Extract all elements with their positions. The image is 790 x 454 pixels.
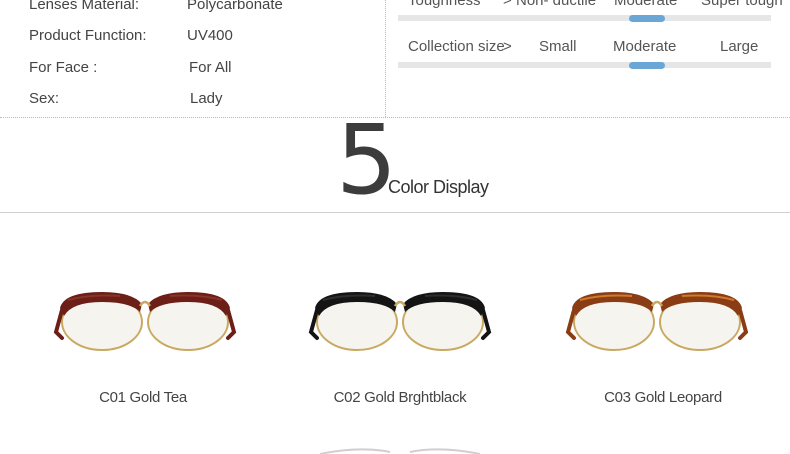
spec-label: Lenses Material: <box>29 0 140 13</box>
spec-label: Product Function: <box>29 27 147 44</box>
collection-size-track <box>398 62 771 68</box>
product-caption-c03: C03 Gold Leopard <box>604 389 722 406</box>
product-caption-c02: C02 Gold Brghtblack <box>333 389 467 406</box>
spec-table: Lenses Material: Polycarbonate Product F… <box>0 0 386 117</box>
scale-low: Small <box>539 38 577 55</box>
product-caption-c01: C01 Gold Tea <box>99 389 187 406</box>
scale-mid: Moderate <box>614 0 678 9</box>
toughness-indicator <box>628 15 665 22</box>
glasses-image-partial <box>319 448 481 454</box>
toughness-track <box>398 15 771 21</box>
glasses-image-c02 <box>308 292 492 351</box>
scale-arrow: > <box>503 0 512 9</box>
collection-size-indicator <box>628 62 665 69</box>
spec-value: Polycarbonate <box>187 0 283 13</box>
spec-value: Lady <box>190 90 223 107</box>
spec-value: UV400 <box>187 27 233 44</box>
scale-low: Non- ductile <box>516 0 597 9</box>
glasses-image-c01 <box>53 292 237 351</box>
scale-label: Toughness <box>408 0 481 9</box>
section-divider <box>0 117 790 118</box>
spec-value: For All <box>189 59 232 76</box>
spec-label: For Face : <box>29 59 98 76</box>
section-title: Color Display <box>388 177 489 197</box>
scale-arrow: > <box>503 38 512 55</box>
section-number: 5 <box>336 104 397 216</box>
scale-label: Collection size <box>408 38 505 55</box>
scale-high: Large <box>720 38 759 55</box>
spec-label: Sex: <box>29 90 60 107</box>
scale-high: Super tough <box>701 0 783 9</box>
heading-divider <box>0 212 790 213</box>
scale-mid: Moderate <box>613 38 677 55</box>
attribute-scales: Toughness > Non- ductile Moderate Super … <box>386 0 790 117</box>
glasses-image-c03 <box>565 292 749 351</box>
